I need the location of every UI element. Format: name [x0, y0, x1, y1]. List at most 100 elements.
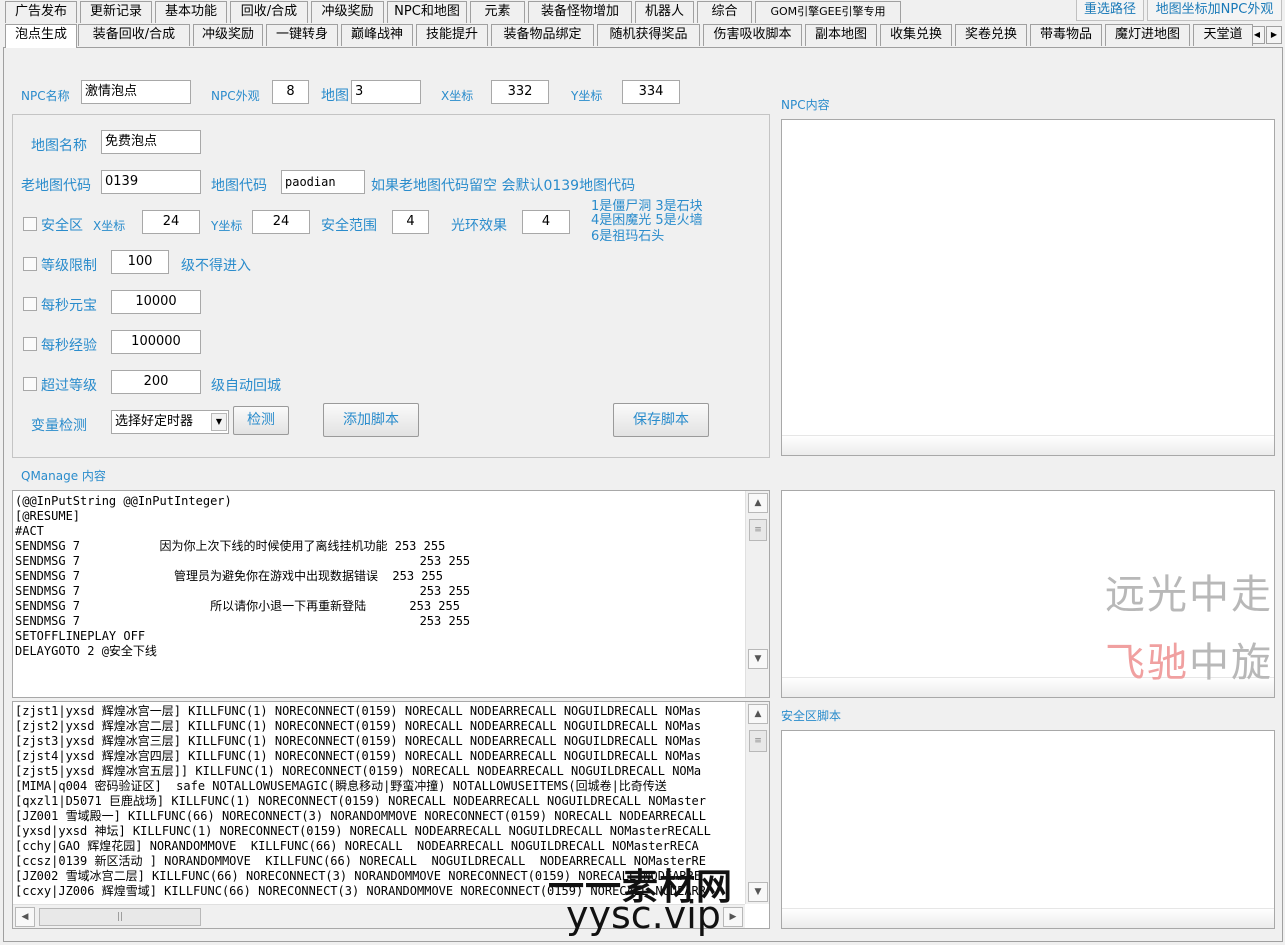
map-list-vscrollbar[interactable]: ▲ ≡ ▼ — [745, 702, 769, 904]
tab-15[interactable]: 天堂道 — [1193, 24, 1253, 46]
level-limit-checkbox[interactable] — [23, 257, 37, 271]
level-limit-suffix: 级不得进入 — [181, 258, 251, 274]
scroll-thumb[interactable]: || — [39, 908, 201, 926]
scroll-left-icon[interactable]: ◀ — [15, 907, 35, 927]
tab-9[interactable]: 伤害吸收脚本 — [703, 24, 802, 46]
tab-4[interactable]: 一键转身 — [266, 24, 338, 46]
scroll-right-icon[interactable]: ▶ — [723, 907, 743, 927]
yuanbao-checkbox[interactable] — [23, 297, 37, 311]
qmanage-line: SENDMSG 7 管理员为避免你在游戏中出现数据错误 253 255 — [15, 569, 443, 583]
npc-content-hscrollbar[interactable] — [782, 435, 1274, 455]
qmanage-vscrollbar[interactable]: ▲ ≡ ▼ — [745, 491, 769, 697]
timer-select-value: 选择好定时器 — [115, 414, 194, 429]
map-list-line: [zjst2|yxsd 辉煌冰宫二层] KILLFUNC(1) NORECONN… — [15, 719, 702, 733]
npc-y-label: Y坐标 — [571, 89, 603, 103]
exp-checkbox[interactable] — [23, 337, 37, 351]
tab-7[interactable]: 装备物品绑定 — [491, 24, 594, 46]
halo-input[interactable]: 4 — [522, 210, 570, 234]
npc-x-input[interactable]: 332 — [491, 80, 549, 104]
npc-map-input[interactable]: 3 — [351, 80, 421, 104]
tab-1[interactable]: 泡点生成 — [5, 24, 77, 48]
tab-top-7[interactable]: 元素 — [470, 1, 525, 23]
qmanage-line: SENDMSG 7 因为你上次下线的时候使用了离线挂机功能 253 255 — [15, 539, 446, 553]
safe-zone-label: 安全区 — [41, 218, 83, 234]
tab-13[interactable]: 带毒物品 — [1030, 24, 1102, 46]
yuanbao-label: 每秒元宝 — [41, 298, 97, 314]
tab-8[interactable]: 随机获得奖品 — [597, 24, 700, 46]
exp-label: 每秒经验 — [41, 338, 97, 354]
npc-name-input[interactable]: 激情泡点 — [81, 80, 191, 104]
tab-3[interactable]: 冲级奖励 — [193, 24, 263, 46]
tab-top-right-2[interactable]: 地图坐标加NPC外观 — [1147, 0, 1282, 21]
map-name-label: 地图名称 — [31, 138, 87, 154]
tab-top-6[interactable]: NPC和地图 — [387, 1, 467, 23]
qmanage-line: (@@InPutString @@InPutInteger) — [15, 494, 232, 508]
tab-top-9[interactable]: 机器人 — [635, 1, 694, 23]
tab-6[interactable]: 技能提升 — [416, 24, 488, 46]
add-script-button[interactable]: 添加脚本 — [323, 403, 419, 437]
tab-2[interactable]: 装备回收/合成 — [78, 24, 190, 46]
tab-12[interactable]: 奖卷兑换 — [955, 24, 1027, 46]
check-button[interactable]: 检测 — [233, 406, 289, 435]
tab-scroll-right-button[interactable]: ▶ — [1266, 26, 1282, 44]
scroll-up-icon[interactable]: ▲ — [748, 493, 768, 513]
npc-content-textarea[interactable] — [781, 119, 1275, 456]
scroll-down-icon[interactable]: ▼ — [748, 882, 768, 902]
npc-y-input[interactable]: 334 — [622, 80, 680, 104]
npc-name-label: NPC名称 — [21, 89, 70, 103]
tab-top-4[interactable]: 回收/合成 — [230, 1, 308, 23]
chevron-down-icon[interactable]: ▼ — [211, 413, 227, 431]
npc-content-label: NPC内容 — [781, 98, 830, 112]
scroll-thumb[interactable]: ≡ — [749, 519, 767, 541]
safe-zone-checkbox[interactable] — [23, 217, 37, 231]
yuanbao-input[interactable]: 10000 — [111, 290, 201, 314]
qmanage-line: SENDMSG 7 253 255 — [15, 554, 471, 568]
tab-10[interactable]: 副本地图 — [805, 24, 877, 46]
scroll-up-icon[interactable]: ▲ — [748, 704, 768, 724]
map-code-input[interactable]: paodian — [281, 170, 365, 194]
timer-select[interactable]: 选择好定时器 ▼ — [111, 410, 229, 434]
variable-check-label: 变量检测 — [31, 418, 87, 434]
map-list-line: [zjst5|yxsd 辉煌冰宫五层]] KILLFUNC(1) NORECON… — [15, 764, 702, 778]
npc-look-input[interactable]: 8 — [272, 80, 309, 104]
over-level-checkbox[interactable] — [23, 377, 37, 391]
save-script-button[interactable]: 保存脚本 — [613, 403, 709, 437]
qmanage-textarea[interactable]: (@@InPutString @@InPutInteger) [@RESUME] #… — [12, 490, 770, 698]
tab-top-10[interactable]: 综合 — [697, 1, 752, 23]
safe-y-input[interactable]: 24 — [252, 210, 310, 234]
map-code-hint: 如果老地图代码留空 会默认0139地图代码 — [371, 178, 636, 194]
map-list-line: [JZ001 雪域殿一] KILLFUNC(66) NORECONNECT(3)… — [15, 809, 706, 823]
safe-x-input[interactable]: 24 — [142, 210, 200, 234]
scroll-down-icon[interactable]: ▼ — [748, 649, 768, 669]
exp-input[interactable]: 100000 — [111, 330, 201, 354]
over-level-input[interactable]: 200 — [111, 370, 201, 394]
level-limit-input[interactable]: 100 — [111, 250, 169, 274]
watermark-site-en: yysc.vip — [566, 893, 721, 937]
map-name-input[interactable]: 免费泡点 — [101, 130, 201, 154]
tab-top-5[interactable]: 冲级奖励 — [311, 1, 384, 23]
halo-hint-line-2: 4是困魔光 5是火墙 — [591, 213, 703, 228]
qmanage-line: SENDMSG 7 253 255 — [15, 584, 471, 598]
safe-range-input[interactable]: 4 — [392, 210, 429, 234]
tab-top-2[interactable]: 更新记录 — [80, 1, 152, 23]
watermark-red-text: 飞驰 — [1105, 640, 1189, 686]
safe-zone-script-hscrollbar[interactable] — [782, 908, 1274, 928]
tab-5[interactable]: 巅峰战神 — [341, 24, 413, 46]
qmanage-line: #ACT — [15, 524, 44, 538]
map-list-line: [zjst4|yxsd 辉煌冰宫四层] KILLFUNC(1) NORECONN… — [15, 749, 702, 763]
safe-zone-script-textarea[interactable] — [781, 730, 1275, 929]
halo-hint-line-3: 6是祖玛石头 — [591, 229, 665, 244]
tab-top-right-1[interactable]: 重选路径 — [1076, 0, 1144, 21]
tab-top-8[interactable]: 装备怪物增加 — [528, 1, 632, 23]
qmanage-line: SETOFFLINEPLAY OFF — [15, 629, 146, 643]
old-map-code-input[interactable]: 0139 — [101, 170, 201, 194]
tab-14[interactable]: 魔灯进地图 — [1105, 24, 1190, 46]
level-limit-label: 等级限制 — [41, 258, 97, 274]
tab-11[interactable]: 收集兑换 — [880, 24, 952, 46]
tab-top-1[interactable]: 广告发布 — [5, 1, 77, 23]
tab-top-11[interactable]: GOM引擎GEE引擎专用 — [755, 1, 901, 23]
tab-top-3[interactable]: 基本功能 — [155, 1, 227, 23]
npc-x-label: X坐标 — [441, 89, 474, 103]
map-code-label: 地图代码 — [211, 178, 267, 194]
scroll-thumb[interactable]: ≡ — [749, 730, 767, 752]
